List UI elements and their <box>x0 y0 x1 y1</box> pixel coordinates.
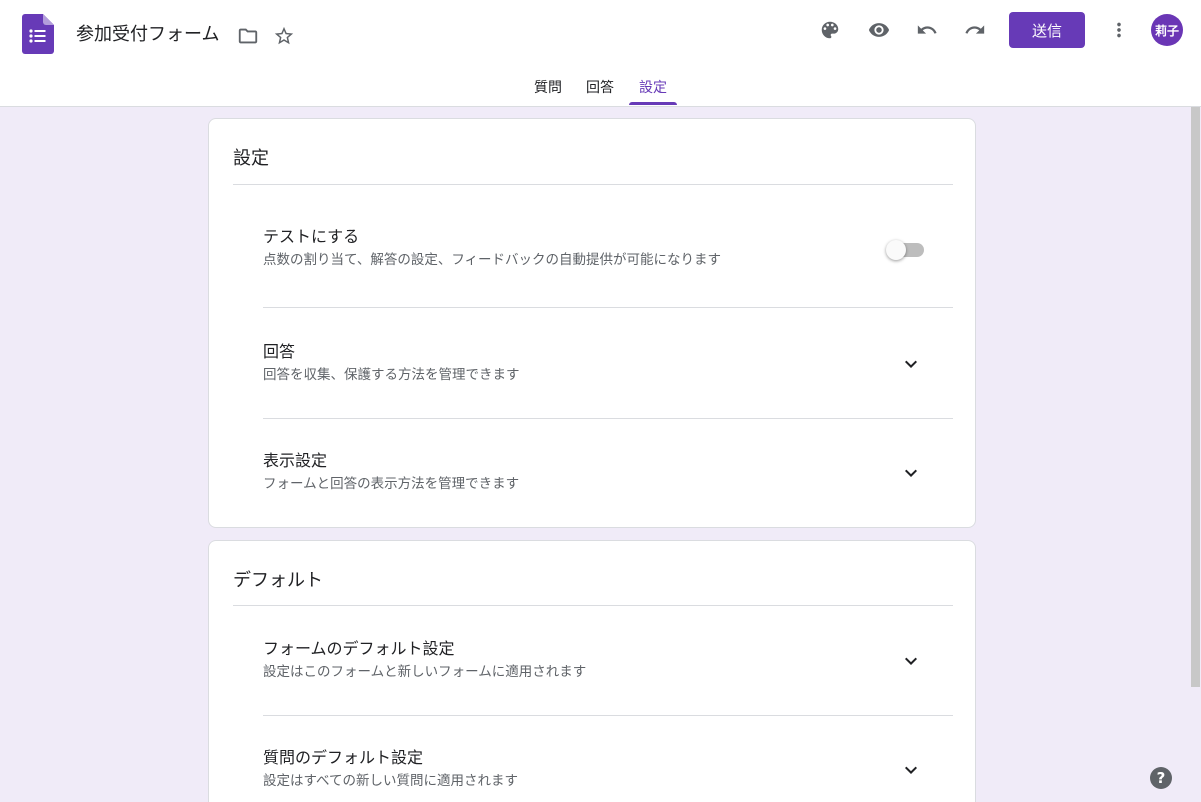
setting-title: フォームのデフォルト設定 <box>263 639 455 658</box>
setting-subtitle: 回答を収集、保護する方法を管理できます <box>263 367 520 383</box>
defaults-card: デフォルト フォームのデフォルト設定 設定はこのフォームと新しいフォームに適用さ… <box>208 540 976 802</box>
tab-responses[interactable]: 回答 <box>580 68 620 106</box>
send-button[interactable]: 送信 <box>1009 12 1085 48</box>
redo-icon[interactable] <box>957 12 993 48</box>
chevron-down-icon[interactable] <box>899 352 923 376</box>
setting-subtitle: 設定はすべての新しい質問に適用されます <box>263 773 519 789</box>
divider <box>263 715 953 716</box>
more-vert-icon[interactable] <box>1101 12 1137 48</box>
divider <box>233 605 953 606</box>
setting-subtitle: フォームと回答の表示方法を管理できます <box>263 476 520 492</box>
chevron-down-icon[interactable] <box>899 649 923 673</box>
app-header: 参加受付フォーム 送信 莉子 質問 回答 設定 <box>0 0 1201 107</box>
undo-icon[interactable] <box>909 12 945 48</box>
scrollbar-thumb[interactable] <box>1191 107 1200 687</box>
preview-eye-icon[interactable] <box>861 12 897 48</box>
setting-subtitle: 点数の割り当て、解答の設定、フィードバックの自動提供が可能になります <box>263 252 722 268</box>
divider <box>263 418 953 419</box>
setting-row-question-defaults[interactable]: 質問のデフォルト設定 設定はすべての新しい質問に適用されます <box>263 747 953 793</box>
forms-logo-icon[interactable] <box>22 14 54 54</box>
account-avatar[interactable]: 莉子 <box>1151 14 1183 46</box>
defaults-card-title: デフォルト <box>233 570 323 591</box>
setting-row-responses[interactable]: 回答 回答を収集、保護する方法を管理できます <box>263 341 953 387</box>
setting-title: テストにする <box>263 227 360 246</box>
settings-card-title: 設定 <box>233 148 269 169</box>
active-tab-indicator <box>629 102 677 105</box>
setting-title: 表示設定 <box>263 451 328 470</box>
chevron-down-icon[interactable] <box>899 461 923 485</box>
tab-bar: 質問 回答 設定 <box>0 68 1201 106</box>
palette-icon[interactable] <box>812 12 848 48</box>
setting-subtitle: 設定はこのフォームと新しいフォームに適用されます <box>263 664 587 680</box>
settings-card: 設定 テストにする 点数の割り当て、解答の設定、フィードバックの自動提供が可能に… <box>208 118 976 528</box>
setting-title: 回答 <box>263 342 296 361</box>
divider <box>263 307 953 308</box>
form-title[interactable]: 参加受付フォーム <box>76 22 219 48</box>
setting-row-form-defaults[interactable]: フォームのデフォルト設定 設定はこのフォームと新しいフォームに適用されます <box>263 638 953 684</box>
setting-row-quiz[interactable]: テストにする 点数の割り当て、解答の設定、フィードバックの自動提供が可能になりま… <box>263 226 953 272</box>
folder-icon[interactable] <box>230 18 266 54</box>
chevron-down-icon[interactable] <box>899 758 923 782</box>
tab-questions[interactable]: 質問 <box>528 68 568 106</box>
quiz-toggle[interactable] <box>886 237 926 261</box>
setting-title: 質問のデフォルト設定 <box>263 748 424 767</box>
divider <box>233 184 953 185</box>
tab-settings[interactable]: 設定 <box>633 68 673 106</box>
star-icon[interactable] <box>266 18 302 54</box>
setting-row-presentation[interactable]: 表示設定 フォームと回答の表示方法を管理できます <box>263 450 953 496</box>
help-icon[interactable]: ? <box>1150 767 1172 789</box>
toggle-thumb <box>886 240 906 260</box>
